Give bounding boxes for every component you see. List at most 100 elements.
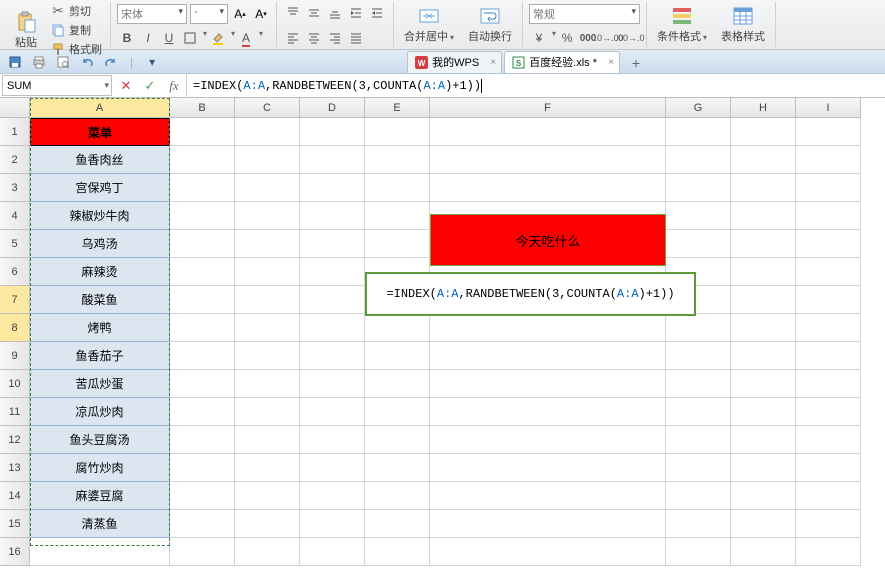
cell-C4[interactable]: [235, 202, 300, 230]
col-header-G[interactable]: G: [666, 98, 731, 118]
align-middle-button[interactable]: [304, 4, 324, 22]
cell-H2[interactable]: [731, 146, 796, 174]
conditional-format-button[interactable]: 条件格式▾: [653, 2, 711, 46]
cell-B1[interactable]: [170, 118, 235, 146]
row-header[interactable]: 14: [0, 482, 30, 510]
cell-H6[interactable]: [731, 258, 796, 286]
align-left-button[interactable]: [283, 29, 303, 47]
cell-D16[interactable]: [300, 538, 365, 566]
cell-I6[interactable]: [796, 258, 861, 286]
wrap-text-button[interactable]: 自动换行: [464, 2, 516, 46]
cell-F8[interactable]: [430, 314, 666, 342]
font-color-dropdown-icon[interactable]: ▾: [259, 29, 263, 47]
cell-H3[interactable]: [731, 174, 796, 202]
cell-H15[interactable]: [731, 510, 796, 538]
close-icon[interactable]: ×: [608, 57, 614, 68]
cut-button[interactable]: ✂ 剪切: [48, 2, 104, 20]
cell-F1[interactable]: [430, 118, 666, 146]
cell-C8[interactable]: [235, 314, 300, 342]
cell-A15[interactable]: 清蒸鱼: [30, 510, 170, 538]
cell-I15[interactable]: [796, 510, 861, 538]
active-cell-editor[interactable]: =INDEX(A:A,RANDBETWEEN(3,COUNTA(A:A)+1)): [365, 272, 696, 316]
cell-B8[interactable]: [170, 314, 235, 342]
col-header-F[interactable]: F: [430, 98, 666, 118]
fill-color-dropdown-icon[interactable]: ▾: [231, 29, 235, 47]
formula-cancel-button[interactable]: ✕: [114, 78, 138, 94]
cell-F11[interactable]: [430, 398, 666, 426]
number-format-select[interactable]: 常规: [529, 4, 640, 24]
cell-A10[interactable]: 苦瓜炒蛋: [30, 370, 170, 398]
tab-document[interactable]: S 百度经验.xls * ×: [504, 51, 620, 73]
col-header-C[interactable]: C: [235, 98, 300, 118]
cell-H8[interactable]: [731, 314, 796, 342]
cell-A5[interactable]: 乌鸡汤: [30, 230, 170, 258]
cell-F3[interactable]: [430, 174, 666, 202]
cell-I2[interactable]: [796, 146, 861, 174]
cell-E5[interactable]: [365, 230, 430, 258]
cell-C10[interactable]: [235, 370, 300, 398]
align-right-button[interactable]: [325, 29, 345, 47]
cell-B15[interactable]: [170, 510, 235, 538]
cell-A7[interactable]: 酸菜鱼: [30, 286, 170, 314]
cell-C16[interactable]: [235, 538, 300, 566]
cell-A9[interactable]: 鱼香茄子: [30, 342, 170, 370]
cell-A6[interactable]: 麻辣烫: [30, 258, 170, 286]
row-header[interactable]: 4: [0, 202, 30, 230]
justify-button[interactable]: [346, 29, 366, 47]
cell-H11[interactable]: [731, 398, 796, 426]
cell-H12[interactable]: [731, 426, 796, 454]
cell-B11[interactable]: [170, 398, 235, 426]
cell-G15[interactable]: [666, 510, 731, 538]
cell-G12[interactable]: [666, 426, 731, 454]
cell-B16[interactable]: [170, 538, 235, 566]
cell-H7[interactable]: [731, 286, 796, 314]
underline-button[interactable]: U: [159, 29, 179, 47]
cell-H5[interactable]: [731, 230, 796, 258]
cell-H1[interactable]: [731, 118, 796, 146]
cell-C15[interactable]: [235, 510, 300, 538]
row-header[interactable]: 13: [0, 454, 30, 482]
cell-A14[interactable]: 麻婆豆腐: [30, 482, 170, 510]
row-header[interactable]: 8: [0, 314, 30, 342]
cell-B3[interactable]: [170, 174, 235, 202]
chevron-down-icon[interactable]: ▾: [104, 80, 109, 91]
cell-A2[interactable]: 鱼香肉丝: [30, 146, 170, 174]
cell-B14[interactable]: [170, 482, 235, 510]
col-header-D[interactable]: D: [300, 98, 365, 118]
formula-input[interactable]: =INDEX(A:A,RANDBETWEEN(3,COUNTA(A:A)+1)): [187, 74, 885, 97]
cell-D13[interactable]: [300, 454, 365, 482]
copy-button[interactable]: 复制: [48, 21, 104, 39]
cell-A13[interactable]: 腐竹炒肉: [30, 454, 170, 482]
cell-G2[interactable]: [666, 146, 731, 174]
cell-I3[interactable]: [796, 174, 861, 202]
cell-A1[interactable]: 菜单: [30, 118, 170, 146]
cell-B13[interactable]: [170, 454, 235, 482]
add-tab-button[interactable]: +: [626, 53, 646, 73]
cell-F16[interactable]: [430, 538, 666, 566]
border-dropdown-icon[interactable]: ▾: [203, 29, 207, 47]
cell-D1[interactable]: [300, 118, 365, 146]
cell-I13[interactable]: [796, 454, 861, 482]
increase-indent-button[interactable]: [367, 4, 387, 22]
qat-redo-icon[interactable]: [102, 53, 120, 71]
row-header[interactable]: 15: [0, 510, 30, 538]
cell-E8[interactable]: [365, 314, 430, 342]
cell-E12[interactable]: [365, 426, 430, 454]
bold-button[interactable]: B: [117, 29, 137, 47]
cell-G11[interactable]: [666, 398, 731, 426]
cell-C3[interactable]: [235, 174, 300, 202]
cell-B9[interactable]: [170, 342, 235, 370]
cell-H16[interactable]: [731, 538, 796, 566]
cell-D6[interactable]: [300, 258, 365, 286]
cell-D4[interactable]: [300, 202, 365, 230]
cell-G14[interactable]: [666, 482, 731, 510]
cell-B10[interactable]: [170, 370, 235, 398]
cell-C7[interactable]: [235, 286, 300, 314]
cell-D11[interactable]: [300, 398, 365, 426]
cell-G10[interactable]: [666, 370, 731, 398]
cell-B7[interactable]: [170, 286, 235, 314]
cell-E3[interactable]: [365, 174, 430, 202]
cell-A11[interactable]: 凉瓜炒肉: [30, 398, 170, 426]
cell-B5[interactable]: [170, 230, 235, 258]
row-header[interactable]: 10: [0, 370, 30, 398]
